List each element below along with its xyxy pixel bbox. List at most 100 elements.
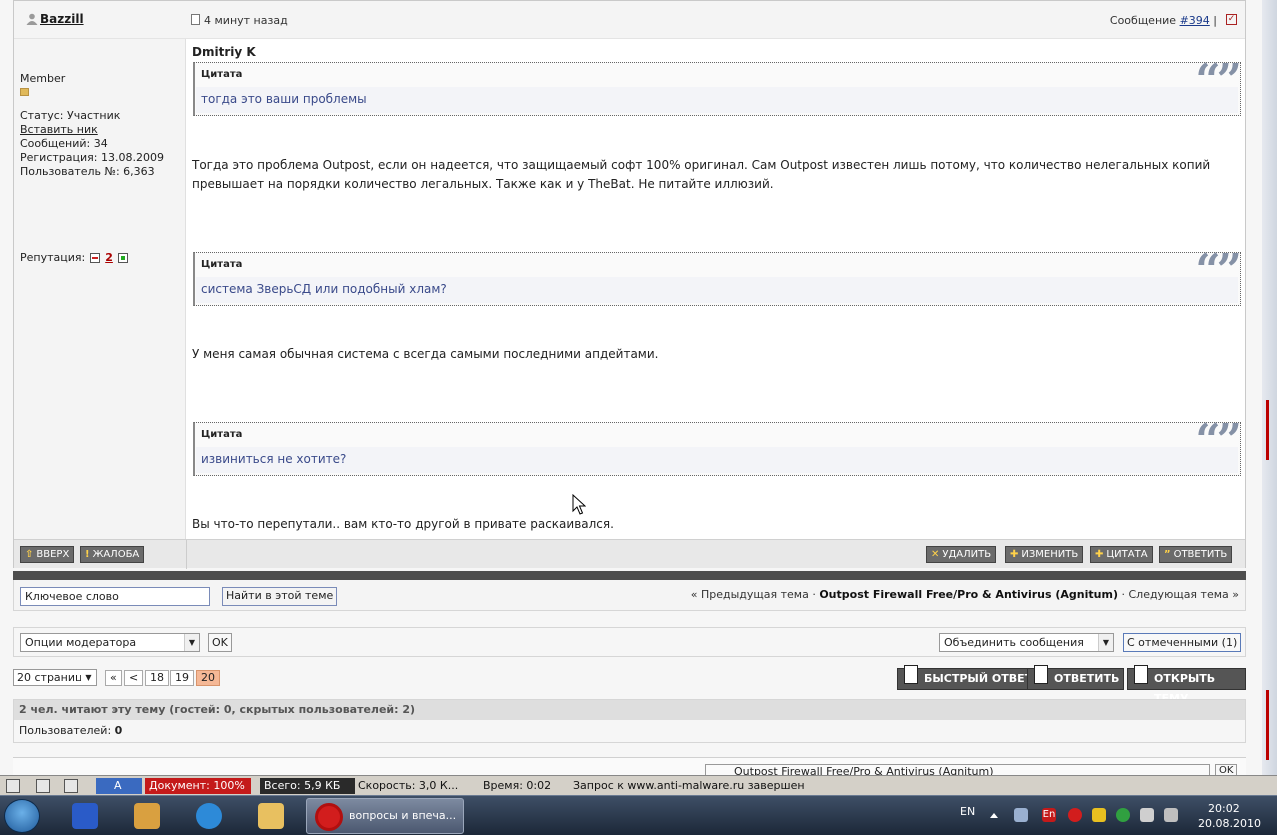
with-selected-button[interactable]: С отмеченными (1) [1123, 633, 1242, 652]
page-link[interactable]: 18 [145, 670, 169, 686]
opera-task-label: вопросы и впеча... [349, 809, 457, 822]
windows-taskbar: вопросы и впеча... EN En 20:02 20.08.201… [0, 795, 1277, 835]
moderator-options-select[interactable]: Опции модератора ▼ [20, 633, 200, 652]
prev-topic-link[interactable]: « Предыдущая тема · [691, 588, 816, 601]
prev-page-link[interactable]: < [124, 670, 144, 686]
quote-block: Цитата “” извиниться не хотите? [193, 415, 1242, 476]
post-paragraph: Тогда это проблема Outpost, если он наде… [192, 158, 1211, 191]
author-link[interactable]: Bazzill [40, 12, 84, 26]
moderator-ok-button[interactable]: OK [208, 633, 232, 652]
start-button[interactable] [4, 799, 40, 833]
post-time: 4 минут назад [204, 14, 288, 27]
total-size: Всего: 5,9 КБ [260, 778, 355, 794]
panel-toggle-icon[interactable] [6, 779, 20, 793]
message-number-link[interactable]: #394 [1180, 14, 1210, 27]
delete-button[interactable]: ✕ УДАЛИТЬ [926, 546, 997, 563]
delete-label: УДАЛИТЬ [942, 549, 992, 560]
topic-navigation: « Предыдущая тема · Outpost Firewall Fre… [691, 588, 1239, 601]
reply-topic-button[interactable]: ОТВЕТИТЬ [1027, 665, 1125, 690]
pages-select[interactable]: 20 страниц ▼ [13, 669, 97, 686]
taskbar-app[interactable] [248, 799, 292, 833]
quote-title: Цитата [201, 259, 243, 270]
current-page: 20 [196, 670, 220, 686]
sync-icon[interactable] [64, 779, 78, 793]
file-manager-icon [72, 803, 98, 829]
readers-header: 2 чел. читают эту тему (гостей: 0, скрыт… [14, 700, 1245, 720]
tray-app-icon[interactable] [1092, 808, 1106, 822]
rank-pip-icon [20, 88, 29, 96]
keyboard-layout-icon[interactable]: En [1042, 808, 1056, 822]
internet-explorer-icon [196, 803, 222, 829]
reply-button[interactable]: ” ОТВЕТИТЬ [1159, 546, 1233, 563]
message-number: Сообщение #394 | [1110, 14, 1217, 27]
new-topic-button[interactable]: ОТКРЫТЬ ТЕМУ [1127, 665, 1246, 705]
browser-status-bar: A Документ: 100% Всего: 5,9 КБ Скорость:… [0, 775, 1277, 795]
footer-divider [186, 540, 187, 569]
total-label: Всего: [264, 779, 301, 792]
user-messages: Сообщений: 34 [20, 137, 108, 150]
taskbar-app[interactable] [186, 799, 230, 833]
tray-app-icon[interactable] [1014, 808, 1028, 822]
message-separator: | [1213, 14, 1217, 27]
load-time: Время: 0:02 [483, 778, 551, 794]
delete-icon: ✕ [931, 549, 940, 560]
select-post-checkbox[interactable]: ✓ [1226, 14, 1237, 25]
opera-tray-icon[interactable] [1068, 808, 1082, 822]
document-progress: Документ: 100% [145, 778, 251, 794]
up-label: ВВЕРХ [36, 549, 70, 560]
clock-time[interactable]: 20:02 [1208, 802, 1240, 815]
quote-block: Цитата “” тогда это ваши проблемы [193, 55, 1242, 116]
report-button[interactable]: ! ЖАЛОБА [80, 546, 145, 563]
users-count: 0 [114, 724, 123, 737]
post-content: Dmitriy K Цитата “” тогда это ваши пробл… [192, 39, 1244, 539]
speed: Скорость: 3,0 К... [358, 778, 458, 794]
volume-icon[interactable] [1140, 808, 1154, 822]
network-tray-icon[interactable] [1164, 808, 1178, 822]
insert-nick-link[interactable]: Вставить ник [20, 123, 185, 137]
pagination-row: 20 страниц ▼ « < 18 19 20 БЫСТРЫЙ ОТВЕТ … [13, 665, 1246, 705]
reputation-plus-icon[interactable] [117, 253, 128, 263]
edit-button[interactable]: ✚ ИЗМЕНИТЬ [1005, 546, 1084, 563]
clock-date[interactable]: 20.08.2010 [1198, 817, 1261, 830]
post-footer: ⇧ ВВЕРХ ! ЖАЛОБА ✕ УДАЛИТЬ ✚ ИЗМЕНИТЬ ✚ ЦИТАТ… [14, 539, 1245, 569]
view-mode-selector[interactable]: A [96, 778, 142, 794]
taskbar-app[interactable] [62, 799, 106, 833]
network-icon[interactable] [36, 779, 50, 793]
next-topic-link[interactable]: · Следующая тема » [1121, 588, 1239, 601]
show-hidden-icons-icon[interactable] [990, 813, 998, 818]
time-value: 0:02 [526, 779, 552, 792]
page-link[interactable]: 19 [170, 670, 194, 686]
quote-text: извиниться не хотите? [196, 447, 1238, 473]
plus-icon: ✚ [1010, 549, 1019, 560]
taskbar-app[interactable] [124, 799, 168, 833]
up-button[interactable]: ⇧ ВВЕРХ [20, 546, 75, 563]
keyword-input[interactable] [20, 587, 210, 606]
mouse-cursor-icon [572, 494, 586, 515]
find-in-topic-button[interactable]: Найти в этой теме [222, 587, 338, 606]
post-header: Bazzill 4 минут назад Сообщение #394 | ✓ [14, 1, 1245, 39]
first-page-link[interactable]: « [105, 670, 122, 686]
page-scrollbar[interactable] [1262, 0, 1277, 775]
topic-search-row: Найти в этой теме « Предыдущая тема · Ou… [13, 580, 1246, 611]
user-number: Пользователь №: 6,363 [20, 165, 155, 178]
language-indicator[interactable]: EN [960, 805, 975, 818]
readers-panel: 2 чел. читают эту тему (гостей: 0, скрыт… [13, 699, 1246, 743]
quote-text: тогда это ваши проблемы [196, 87, 1238, 113]
tray-app-icon[interactable] [1116, 808, 1130, 822]
reputation-minus-icon[interactable] [90, 253, 101, 263]
chevron-down-icon: ▼ [184, 634, 199, 651]
speed-value: 3,0 К... [418, 779, 459, 792]
arrow-up-icon: ⇧ [25, 549, 34, 560]
reputation-value[interactable]: 2 [105, 251, 113, 265]
topic-title[interactable]: Outpost Firewall Free/Pro & Antivirus (A… [819, 588, 1118, 601]
chevron-down-icon: ▼ [81, 670, 96, 685]
quote-button[interactable]: ✚ ЦИТАТА [1090, 546, 1153, 563]
quote-title: Цитата [201, 429, 243, 440]
quick-reply-button[interactable]: БЫСТРЫЙ ОТВЕТ [897, 665, 1038, 690]
author-profile: Member Статус: Участник Вставить ник Соо… [14, 39, 186, 539]
opera-task-button[interactable]: вопросы и впеча... [306, 798, 464, 834]
document-icon [191, 14, 200, 25]
merge-messages-select[interactable]: Объединить сообщения ▼ [939, 633, 1114, 652]
folder-icon [258, 803, 284, 829]
quote-label: ЦИТАТА [1106, 549, 1148, 560]
